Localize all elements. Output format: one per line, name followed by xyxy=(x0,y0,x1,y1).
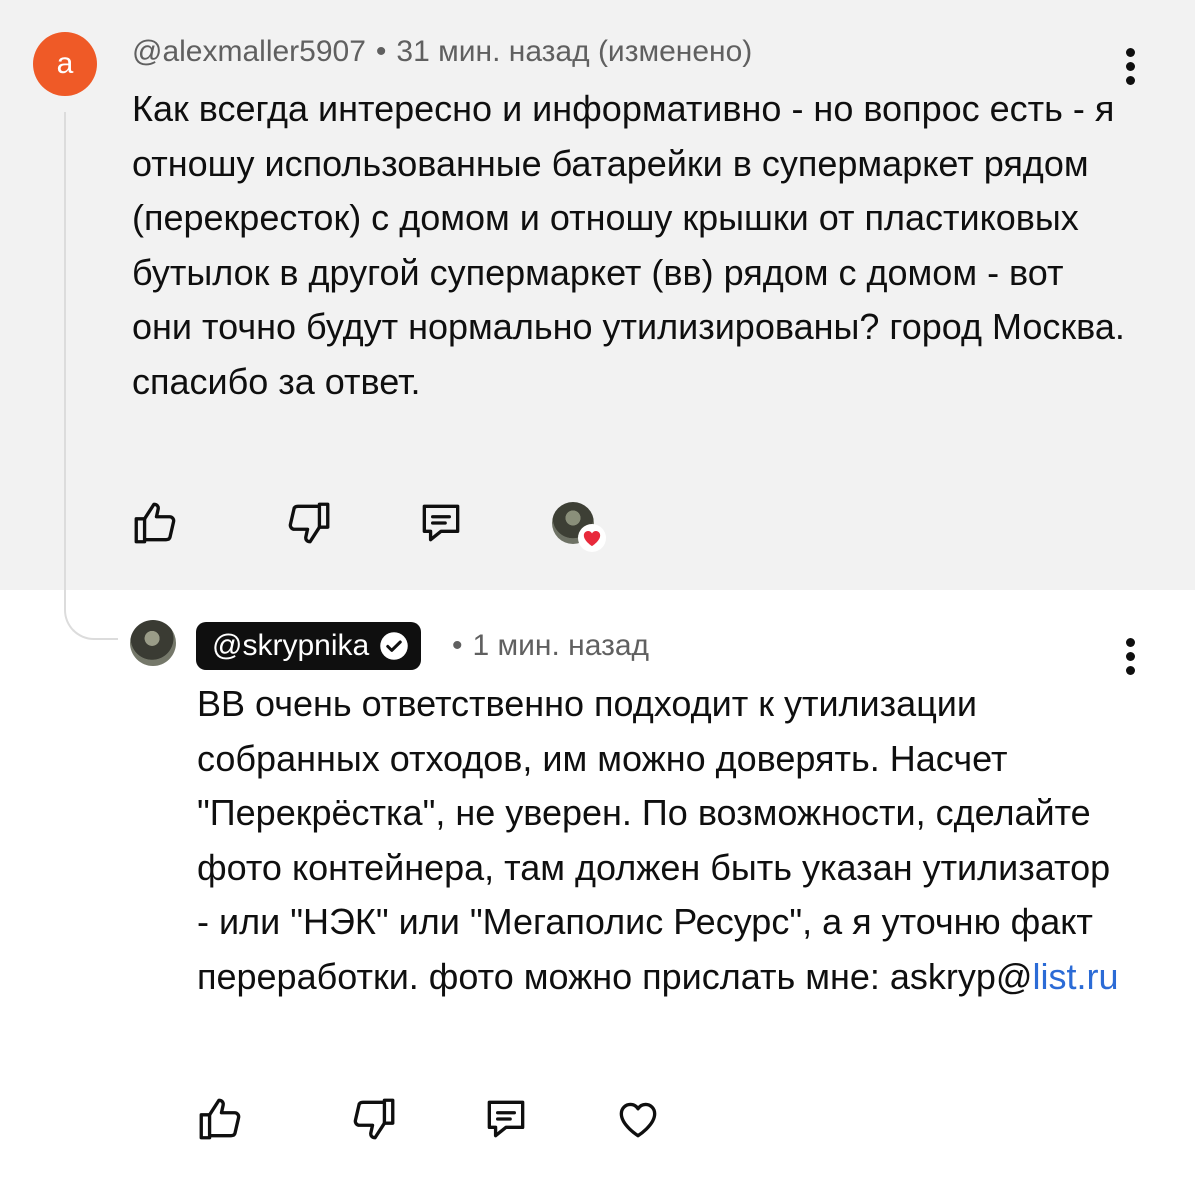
like-icon[interactable] xyxy=(195,1094,245,1144)
highlighted-comment: a @alexmaller5907 • 31 мин. назад (изменен… xyxy=(0,0,1195,590)
comment-text: Как всегда интересно и информативно - но… xyxy=(132,88,1125,402)
reply-meta: • 1 мин. назад xyxy=(452,628,649,664)
reply-text: ВВ очень ответственно подходит к утилиза… xyxy=(197,677,1127,1004)
meta-separator: • xyxy=(452,629,463,662)
creator-heart xyxy=(552,502,612,558)
verified-check-icon xyxy=(380,632,408,660)
comment-meta: @alexmaller5907 • 31 мин. назад (изменено) xyxy=(132,34,752,70)
reply-time[interactable]: 1 мин. назад xyxy=(473,629,650,662)
reply-author-avatar[interactable] xyxy=(130,620,176,666)
author-avatar[interactable]: a xyxy=(33,32,97,96)
comments-thread: a @alexmaller5907 • 31 мин. назад (изменен… xyxy=(0,0,1195,1200)
author-name[interactable]: @alexmaller5907 xyxy=(132,35,366,68)
reply-author-name: @skrypnika xyxy=(212,629,370,662)
meta-separator: • xyxy=(375,35,387,68)
thread-connector xyxy=(64,588,118,640)
thread-line xyxy=(64,112,66,590)
dislike-icon[interactable] xyxy=(284,498,334,548)
dislike-icon[interactable] xyxy=(349,1094,399,1144)
comment-time[interactable]: 31 мин. назад (изменено) xyxy=(396,35,752,68)
heart-badge-icon xyxy=(578,524,606,552)
like-icon[interactable] xyxy=(130,498,180,548)
reply-text-main: ВВ очень ответственно подходит к утилиза… xyxy=(197,683,1111,997)
reply-actions xyxy=(195,1094,675,1150)
heart-icon[interactable] xyxy=(613,1094,663,1144)
reply-icon[interactable] xyxy=(481,1094,531,1144)
reply-icon[interactable] xyxy=(416,498,466,548)
email-domain-link[interactable]: list.ru xyxy=(1032,956,1118,997)
creator-badge[interactable]: @skrypnika xyxy=(196,622,422,670)
comment-actions xyxy=(130,498,630,554)
more-options-icon[interactable] xyxy=(1124,638,1136,678)
